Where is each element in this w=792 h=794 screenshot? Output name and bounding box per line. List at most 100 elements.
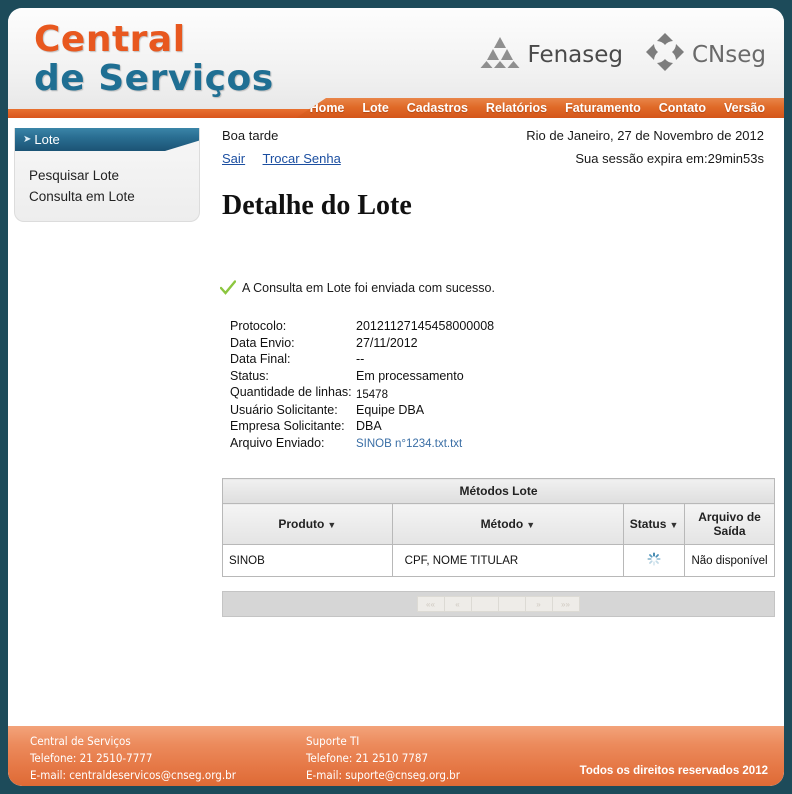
sidebar-item-consulta-em-lote[interactable]: Consulta em Lote [29,186,199,207]
column-label: Status [629,517,667,531]
detail-value: 20121127145458000008 [356,319,495,333]
pagination-last-button[interactable]: »» [551,596,580,612]
detail-value: 27/11/2012 [356,335,418,350]
pagination-page-button-1[interactable] [470,596,499,612]
detail-label: Arquivo Enviado: [230,435,325,450]
detail-row-data-envio: Data Envio: 27/11/2012 [230,335,776,352]
nav-item-home[interactable]: Home [301,101,354,115]
detail-row-arquivo-enviado: Arquivo Enviado: SINOB n°1234.txt.txt [230,435,776,453]
detail-row-empresa-solicitante: Empresa Solicitante: DBA [230,418,776,435]
greeting-text: Boa tarde [222,128,279,143]
table-caption: Métodos Lote [222,478,775,504]
nav-item-relatorios[interactable]: Relatórios [477,101,556,115]
pagination-page-button-2[interactable] [497,596,526,612]
nav-item-faturamento[interactable]: Faturamento [556,101,650,115]
success-message-banner: A Consulta em Lote foi enviada com suces… [208,222,776,296]
app-window: Central de Serviços Fenaseg CNseg Home L… [8,8,784,786]
logo-line-1: Central [34,19,186,60]
session-expiry-text: Sua sessão expira em:29min53s [575,151,764,166]
detail-value: 15478 [356,389,388,401]
column-label: Produto [278,517,325,531]
page-title: Detalhe do Lote [222,190,412,221]
footer-central-phone: Telefone: 21 2510-7777 [30,751,153,765]
session-row: Sair Trocar Senha Sua sessão expira em:2… [208,143,776,166]
detail-label: Usuário Solicitante: [230,402,338,417]
footer-column-suporte: Suporte TI Telefone: 21 2510 7787 E-mail… [306,733,460,784]
footer-central-email: E-mail: centraldeservicos@cnseg.org.br [30,768,236,782]
column-label: Método [480,517,524,531]
pagination-buttons: «« « » »» [416,596,580,612]
metodos-lote-table-wrap: Métodos Lote Produto▼ Método▼ Status▼ [222,478,775,577]
pagination-next-button[interactable]: » [524,596,553,612]
sidebar-item-pesquisar-lote[interactable]: Pesquisar Lote [29,165,199,186]
detail-value: -- [356,352,365,366]
detail-row-quantidade-linhas: Quantidade de linhas: 15478 [230,384,776,402]
cnseg-brand-label: CNseg [692,41,766,68]
sidebar-section-header[interactable]: ➤ Lote [15,128,199,151]
detail-row-data-final: Data Final: -- [230,351,776,368]
column-label: Arquivo de Saída [698,510,761,538]
column-header-arquivo-saida[interactable]: Arquivo de Saída [684,503,775,545]
chevron-right-icon: ➤ [23,134,32,145]
detail-row-status: Status: Em processamento [230,368,776,385]
pagination-first-button[interactable]: «« [416,596,445,612]
detail-label: Protocolo: [230,319,287,333]
sort-caret-icon: ▼ [526,520,536,530]
loading-spinner-icon [647,552,661,566]
nav-item-versao[interactable]: Versão [715,101,774,115]
greeting-row: Boa tarde Rio de Janeiro, 27 de Novembro… [208,118,776,143]
success-message-text: A Consulta em Lote foi enviada com suces… [242,281,495,295]
cell-produto: SINOB [222,544,393,577]
fenaseg-brand-label: Fenaseg [527,41,623,68]
check-icon [219,280,237,296]
sidebar: ➤ Lote Pesquisar Lote Consulta em Lote [14,128,200,222]
main-content: Boa tarde Rio de Janeiro, 27 de Novembro… [208,118,776,617]
detail-value: Equipe DBA [356,402,425,417]
nav-item-cadastros[interactable]: Cadastros [398,101,477,115]
cell-status [623,544,686,577]
detail-label: Data Final: [230,352,291,366]
column-header-status[interactable]: Status ▼ [623,503,686,545]
detail-row-protocolo: Protocolo: 20121127145458000008 [230,318,776,335]
detail-label: Quantidade de linhas: [230,385,352,399]
cell-arquivo-saida: Não disponível [684,544,775,577]
nav-item-lote[interactable]: Lote [353,101,397,115]
footer-suporte-phone: Telefone: 21 2510 7787 [306,751,429,765]
site-footer: Central de Serviços Telefone: 21 2510-77… [8,726,784,786]
cell-metodo: CPF, NOME TITULAR [391,544,625,577]
uploaded-file-link[interactable]: SINOB n°1234.txt.txt [356,436,462,453]
logout-link[interactable]: Sair [222,151,245,166]
metodos-lote-table: Métodos Lote Produto▼ Método▼ Status▼ [222,478,775,577]
table-caption-row: Métodos Lote [222,478,775,504]
cnseg-brand: CNseg [645,32,766,77]
main-navigation: Home Lote Cadastros Relatórios Faturamen… [296,98,784,118]
detail-row-usuario-solicitante: Usuário Solicitante: Equipe DBA [230,402,776,419]
footer-suporte-email: E-mail: suporte@cnseg.org.br [306,768,460,782]
footer-copyright: Todos os direitos reservados 2012 [579,765,768,777]
fenaseg-brand: Fenaseg [480,35,623,74]
change-password-link[interactable]: Trocar Senha [263,151,341,166]
logo-line-2: de Serviços [34,58,274,99]
sidebar-links: Pesquisar Lote Consulta em Lote [15,151,199,207]
footer-central-title: Central de Serviços [30,734,131,748]
site-header: Central de Serviços Fenaseg CNseg Home L… [8,8,784,118]
column-header-produto[interactable]: Produto ▼ [222,503,393,545]
partner-logos: Fenaseg CNseg [480,32,766,77]
pagination-bar: «« « » »» [222,591,775,617]
sidebar-section-title: Lote [34,132,60,147]
nav-item-contato[interactable]: Contato [650,101,715,115]
detail-value: Em processamento [356,368,464,383]
footer-column-central: Central de Serviços Telefone: 21 2510-77… [30,733,236,784]
account-links: Sair Trocar Senha [222,151,355,166]
detail-label: Empresa Solicitante: [230,419,345,433]
detail-label: Status: [230,368,269,383]
sort-caret-icon: ▼ [327,520,337,530]
detail-value: DBA [356,419,382,433]
fenaseg-triangle-logo-icon [480,35,520,74]
pagination-prev-button[interactable]: « [443,596,472,612]
site-logo: Central de Serviços [34,22,274,97]
table-header-row: Produto ▼ Método ▼ Status ▼ Arquivo de Saíd… [222,503,775,545]
cnseg-pinwheel-logo-icon [645,32,685,77]
column-header-metodo[interactable]: Método ▼ [391,503,625,545]
location-date: Rio de Janeiro, 27 de Novembro de 2012 [526,128,764,143]
